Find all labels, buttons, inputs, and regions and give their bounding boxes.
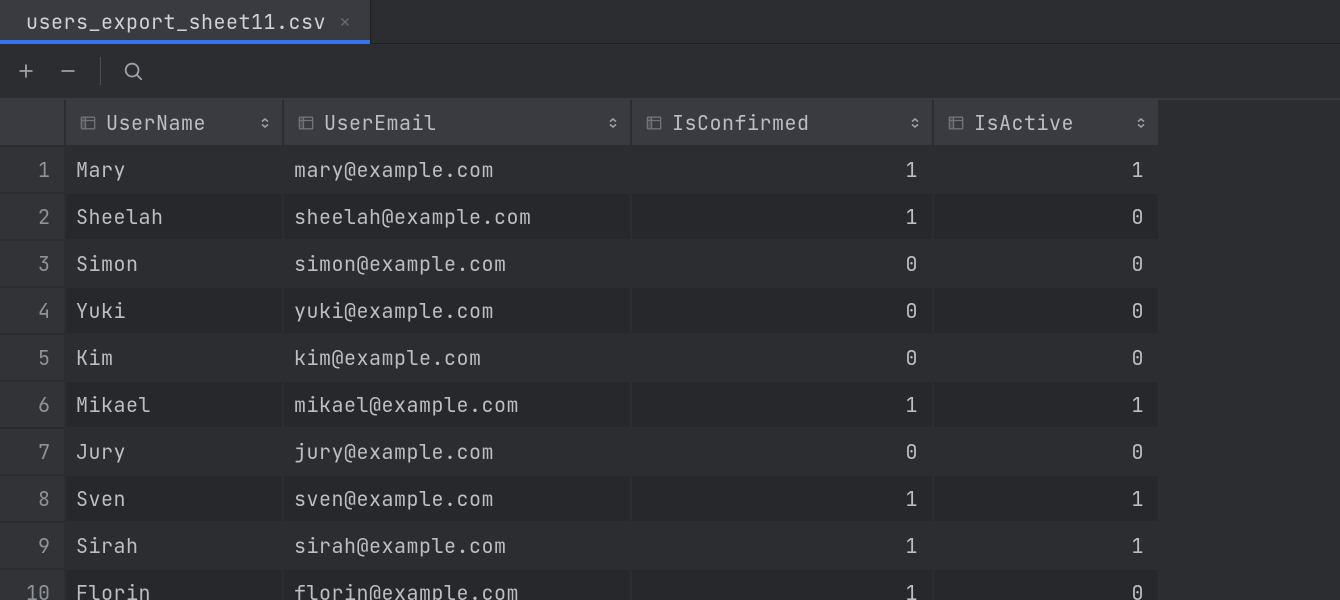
column-icon	[78, 113, 98, 133]
column-header-isconfirmed[interactable]: IsConfirmed	[632, 100, 934, 147]
column-header-isactive[interactable]: IsActive	[934, 100, 1160, 147]
column-header-username[interactable]: UserName	[66, 100, 284, 147]
cell-isconfirmed[interactable]: 1	[632, 382, 934, 429]
table-row: 10Florinflorin@example.com10	[0, 570, 1160, 600]
row-number[interactable]: 4	[0, 288, 66, 335]
cell-isconfirmed[interactable]: 1	[632, 194, 934, 241]
column-header-useremail[interactable]: UserEmail	[284, 100, 632, 147]
close-tab-button[interactable]	[336, 13, 354, 31]
cell-isactive[interactable]: 1	[934, 147, 1160, 194]
cell-isconfirmed[interactable]: 1	[632, 147, 934, 194]
toolbar-separator	[100, 57, 101, 85]
cell-isactive[interactable]: 0	[934, 194, 1160, 241]
table-row: 2Sheelahsheelah@example.com10	[0, 194, 1160, 241]
cell-isconfirmed[interactable]: 0	[632, 429, 934, 476]
cell-useremail[interactable]: sven@example.com	[284, 476, 632, 523]
cell-username[interactable]: Sirah	[66, 523, 284, 570]
sort-indicator-icon	[908, 117, 922, 129]
editor-tab-filename: users_export_sheet11.csv	[26, 9, 326, 35]
column-icon	[644, 113, 664, 133]
cell-useremail[interactable]: simon@example.com	[284, 241, 632, 288]
table-toolbar	[0, 44, 1340, 100]
cell-username[interactable]: Mikael	[66, 382, 284, 429]
add-row-button[interactable]	[6, 51, 46, 91]
cell-username[interactable]: Kim	[66, 335, 284, 382]
cell-isconfirmed[interactable]: 1	[632, 476, 934, 523]
cell-useremail[interactable]: jury@example.com	[284, 429, 632, 476]
column-icon	[296, 113, 316, 133]
row-number[interactable]: 6	[0, 382, 66, 429]
cell-username[interactable]: Sven	[66, 476, 284, 523]
rownum-header	[0, 100, 66, 147]
editor-tabbar: users_export_sheet11.csv	[0, 0, 1340, 44]
editor-tab-csv[interactable]: users_export_sheet11.csv	[0, 0, 371, 43]
cell-isactive[interactable]: 0	[934, 335, 1160, 382]
sort-indicator-icon	[1134, 117, 1148, 129]
row-number[interactable]: 8	[0, 476, 66, 523]
cell-isconfirmed[interactable]: 1	[632, 570, 934, 600]
data-grid: UserName UserEmail IsConfirmed	[0, 100, 1340, 600]
remove-row-button[interactable]	[48, 51, 88, 91]
cell-username[interactable]: Simon	[66, 241, 284, 288]
row-number[interactable]: 10	[0, 570, 66, 600]
cell-isactive[interactable]: 1	[934, 523, 1160, 570]
column-icon	[946, 113, 966, 133]
sort-indicator-icon	[606, 117, 620, 129]
cell-isactive[interactable]: 1	[934, 476, 1160, 523]
search-button[interactable]	[113, 51, 153, 91]
table-row: 4Yukiyuki@example.com00	[0, 288, 1160, 335]
table-row: 9Sirahsirah@example.com11	[0, 523, 1160, 570]
column-header-label: IsConfirmed	[672, 110, 900, 136]
cell-isactive[interactable]: 0	[934, 288, 1160, 335]
header-row: UserName UserEmail IsConfirmed	[0, 100, 1160, 147]
table-row: 8Svensven@example.com11	[0, 476, 1160, 523]
cell-useremail[interactable]: florin@example.com	[284, 570, 632, 600]
cell-isactive[interactable]: 0	[934, 241, 1160, 288]
cell-useremail[interactable]: mary@example.com	[284, 147, 632, 194]
row-number[interactable]: 2	[0, 194, 66, 241]
column-header-label: UserEmail	[324, 110, 598, 136]
row-number[interactable]: 3	[0, 241, 66, 288]
cell-username[interactable]: Jury	[66, 429, 284, 476]
cell-isconfirmed[interactable]: 0	[632, 241, 934, 288]
table-row: 7Juryjury@example.com00	[0, 429, 1160, 476]
cell-isconfirmed[interactable]: 1	[632, 523, 934, 570]
column-header-label: IsActive	[974, 110, 1126, 136]
cell-isactive[interactable]: 0	[934, 570, 1160, 600]
cell-isactive[interactable]: 0	[934, 429, 1160, 476]
cell-useremail[interactable]: kim@example.com	[284, 335, 632, 382]
cell-username[interactable]: Florin	[66, 570, 284, 600]
cell-useremail[interactable]: sheelah@example.com	[284, 194, 632, 241]
row-number[interactable]: 1	[0, 147, 66, 194]
cell-username[interactable]: Sheelah	[66, 194, 284, 241]
table-row: 5Kimkim@example.com00	[0, 335, 1160, 382]
cell-useremail[interactable]: mikael@example.com	[284, 382, 632, 429]
table-row: 6Mikaelmikael@example.com11	[0, 382, 1160, 429]
cell-useremail[interactable]: yuki@example.com	[284, 288, 632, 335]
cell-isactive[interactable]: 1	[934, 382, 1160, 429]
column-header-label: UserName	[106, 110, 250, 136]
table-row: 1Marymary@example.com11	[0, 147, 1160, 194]
active-tab-underline	[0, 40, 370, 44]
row-number[interactable]: 5	[0, 335, 66, 382]
cell-isconfirmed[interactable]: 0	[632, 335, 934, 382]
row-number[interactable]: 7	[0, 429, 66, 476]
sort-indicator-icon	[258, 117, 272, 129]
cell-isconfirmed[interactable]: 0	[632, 288, 934, 335]
cell-useremail[interactable]: sirah@example.com	[284, 523, 632, 570]
cell-username[interactable]: Mary	[66, 147, 284, 194]
row-number[interactable]: 9	[0, 523, 66, 570]
cell-username[interactable]: Yuki	[66, 288, 284, 335]
table-row: 3Simonsimon@example.com00	[0, 241, 1160, 288]
